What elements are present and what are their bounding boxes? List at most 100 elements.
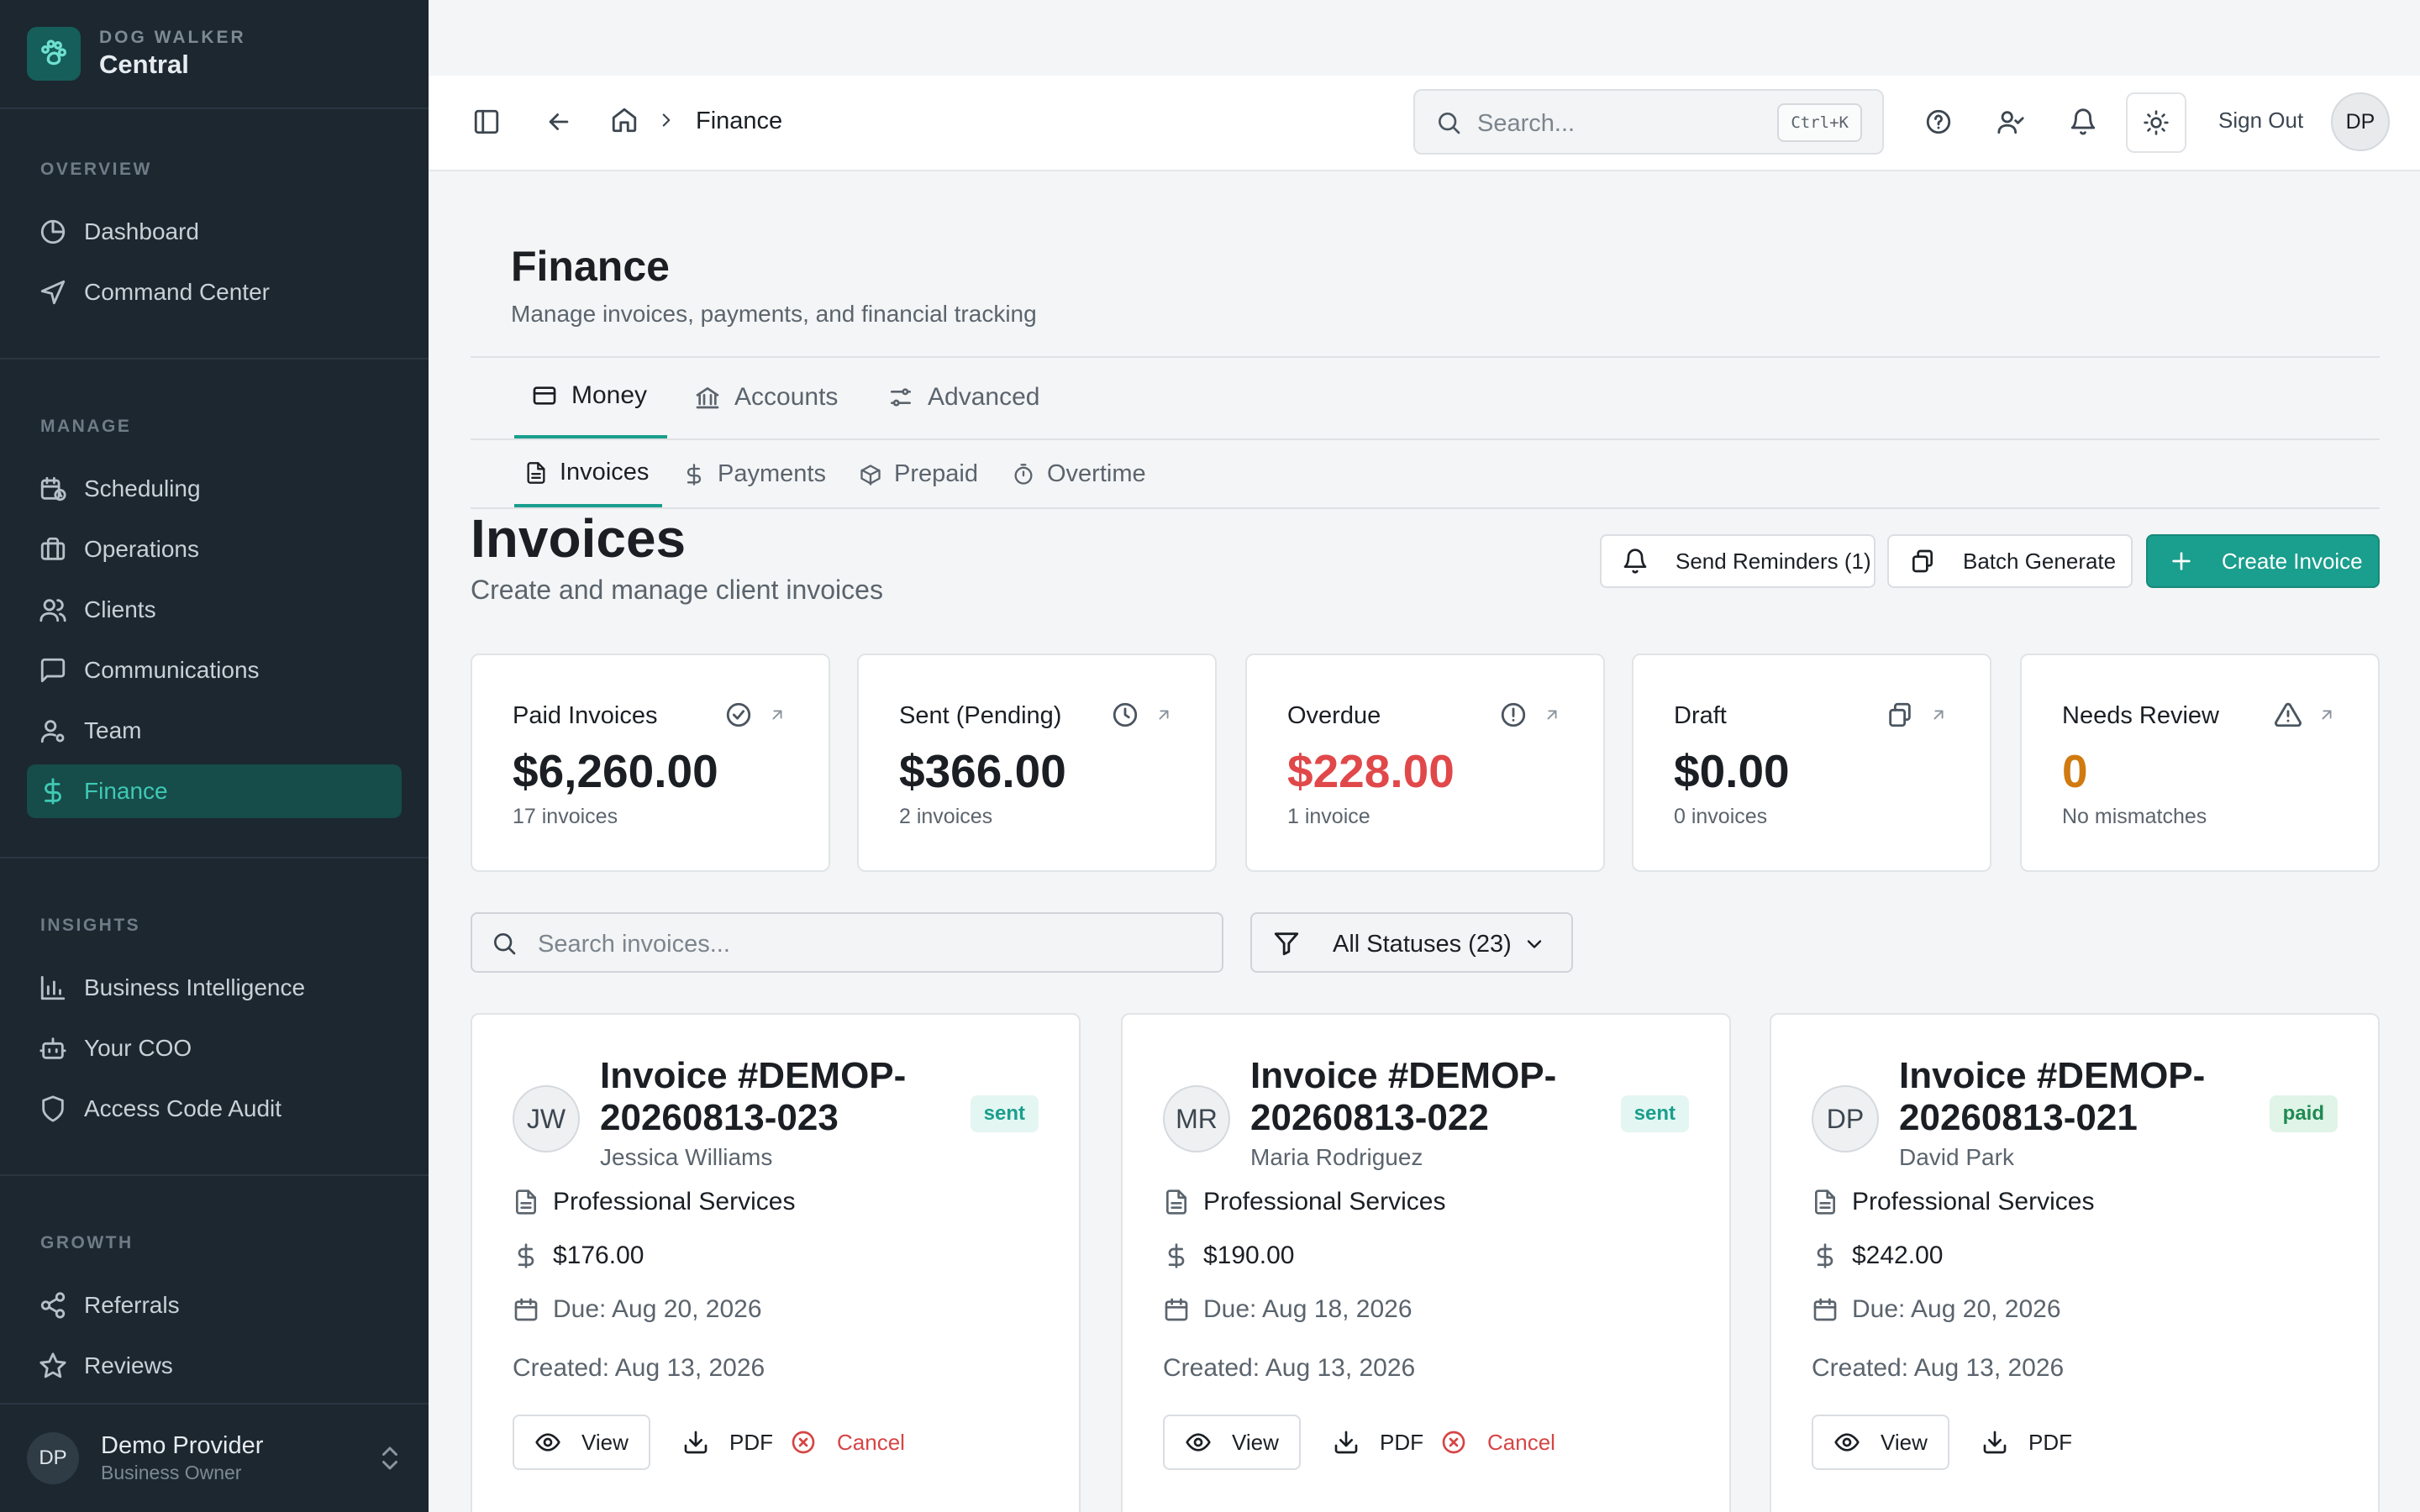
sidebar-item-communications[interactable]: Communications	[27, 643, 402, 697]
tab-label: Advanced	[928, 383, 1040, 411]
sidebar-item-label: Referrals	[84, 1292, 180, 1318]
user-menu[interactable]: DP Demo Provider Business Owner	[27, 1428, 405, 1488]
sidebar-section-growth: GROWTH	[40, 1233, 134, 1252]
stat-label: Needs Review	[2062, 702, 2219, 729]
divider	[0, 358, 429, 360]
dollar-icon	[39, 777, 67, 806]
invoice-title: Invoice #DEMOP-20260813-023	[600, 1055, 907, 1138]
invoice-card[interactable]: MR Invoice #DEMOP-20260813-022 Maria Rod…	[1121, 1013, 1731, 1512]
created-date: Created: Aug 13, 2026	[513, 1354, 765, 1382]
stat-card-sent-pending[interactable]: Sent (Pending) $366.00 2 invoices	[857, 654, 1217, 872]
sidebar-item-clients[interactable]: Clients	[27, 583, 402, 637]
tab-accounts[interactable]: Accounts	[694, 383, 838, 412]
cancel-button[interactable]: Cancel	[1440, 1415, 1555, 1470]
sign-out-button[interactable]: Sign Out	[2218, 108, 2303, 134]
batch-generate-button[interactable]: Batch Generate	[1887, 534, 2133, 588]
cancel-button[interactable]: Cancel	[790, 1415, 905, 1470]
calendar-icon	[513, 1296, 539, 1323]
chevron-down-icon	[1523, 932, 1546, 956]
button-label: PDF	[2028, 1429, 2072, 1455]
subtab-label: Payments	[718, 460, 826, 487]
view-button[interactable]: View	[1812, 1415, 1949, 1470]
subtab-overtime[interactable]: Overtime	[1012, 460, 1146, 488]
avatar: DP	[27, 1432, 79, 1484]
sidebar-item-referrals[interactable]: Referrals	[27, 1278, 402, 1332]
sidebar-item-scheduling[interactable]: Scheduling	[27, 462, 402, 516]
search-placeholder: Search invoices...	[538, 931, 730, 958]
page-subtitle: Manage invoices, payments, and financial…	[511, 301, 1037, 327]
breadcrumb[interactable]: Finance	[696, 108, 782, 135]
stat-card-paid[interactable]: Paid Invoices $6,260.00 17 invoices	[471, 654, 830, 872]
sidebar-item-business-intelligence[interactable]: Business Intelligence	[27, 961, 402, 1015]
divider	[471, 438, 2380, 440]
button-label: Send Reminders (1)	[1676, 548, 1871, 574]
subtab-invoices[interactable]: Invoices	[524, 459, 649, 486]
subtab-payments[interactable]: Payments	[682, 460, 826, 488]
invoice-title: Invoice #DEMOP-20260813-021	[1899, 1055, 2206, 1138]
share-icon	[39, 1291, 67, 1320]
invoice-client: Maria Rodriguez	[1250, 1144, 1423, 1170]
stat-card-overdue[interactable]: Overdue $228.00 1 invoice	[1245, 654, 1605, 872]
brand-title: Central	[99, 50, 189, 79]
status-filter-value: All Statuses (23)	[1333, 931, 1512, 958]
section-title: Invoices	[471, 508, 687, 569]
sidebar-item-access-code-audit[interactable]: Access Code Audit	[27, 1082, 402, 1136]
sidebar-item-finance[interactable]: Finance	[27, 764, 402, 818]
tab-advanced[interactable]: Advanced	[887, 383, 1039, 412]
sidebar-item-command-center[interactable]: Command Center	[27, 265, 402, 319]
sidebar-item-reviews[interactable]: Reviews	[27, 1339, 402, 1393]
invoice-card[interactable]: DP Invoice #DEMOP-20260813-021 David Par…	[1770, 1013, 2380, 1512]
sidebar-item-dashboard[interactable]: Dashboard	[27, 205, 402, 259]
created-date: Created: Aug 13, 2026	[1163, 1354, 1416, 1382]
bell-icon[interactable]	[2069, 108, 2097, 136]
invoice-amount: $242.00	[1812, 1242, 1943, 1270]
subtab-label: Overtime	[1047, 460, 1146, 487]
theme-toggle-button[interactable]	[2126, 92, 2186, 153]
sidebar-toggle-icon[interactable]	[472, 108, 501, 136]
global-search-input[interactable]: Search... Ctrl+K	[1413, 89, 1884, 155]
status-badge: sent	[1620, 1095, 1689, 1132]
star-icon	[39, 1352, 67, 1380]
sun-icon	[2143, 109, 2170, 136]
sidebar-item-team[interactable]: Team	[27, 704, 402, 758]
invoice-due: Due: Aug 18, 2026	[1163, 1295, 1413, 1324]
user-check-icon[interactable]	[1996, 108, 2025, 136]
amount-value: $176.00	[553, 1242, 644, 1269]
back-arrow-icon[interactable]	[544, 108, 573, 136]
bank-icon	[694, 384, 721, 411]
message-square-icon	[39, 656, 67, 685]
pdf-button[interactable]: PDF	[1981, 1415, 2072, 1470]
view-button[interactable]: View	[513, 1415, 650, 1470]
stat-note: 1 invoice	[1287, 805, 1370, 828]
tab-money[interactable]: Money	[531, 381, 647, 410]
eye-icon	[1185, 1429, 1212, 1456]
help-icon[interactable]	[1924, 108, 1953, 136]
status-filter-select[interactable]: All Statuses (23)	[1250, 912, 1573, 973]
dollar-icon	[1812, 1242, 1839, 1269]
pdf-button[interactable]: PDF	[682, 1415, 773, 1470]
subtab-prepaid[interactable]: Prepaid	[859, 460, 978, 488]
search-icon	[1435, 109, 1462, 136]
invoice-search-input[interactable]: Search invoices...	[471, 912, 1223, 973]
view-button[interactable]: View	[1163, 1415, 1301, 1470]
button-label: Cancel	[1487, 1429, 1555, 1455]
sidebar-item-operations[interactable]: Operations	[27, 522, 402, 576]
divider	[471, 507, 2380, 509]
service-label: Professional Services	[1852, 1188, 2095, 1215]
invoice-card[interactable]: JW Invoice #DEMOP-20260813-023 Jessica W…	[471, 1013, 1081, 1512]
stat-card-needs-review[interactable]: Needs Review 0 No mismatches	[2020, 654, 2380, 872]
create-invoice-button[interactable]: Create Invoice	[2146, 534, 2380, 588]
download-icon	[1333, 1429, 1360, 1456]
stat-card-draft[interactable]: Draft $0.00 0 invoices	[1632, 654, 1991, 872]
bar-chart-icon	[39, 974, 67, 1002]
pdf-button[interactable]: PDF	[1333, 1415, 1423, 1470]
send-reminders-button[interactable]: Send Reminders (1)	[1600, 534, 1876, 588]
avatar[interactable]: DP	[2331, 92, 2390, 151]
invoice-service: Professional Services	[1163, 1188, 1445, 1216]
stat-value: $366.00	[899, 745, 1066, 797]
home-icon[interactable]	[610, 106, 639, 134]
button-label: Cancel	[837, 1429, 905, 1455]
sidebar-item-your-coo[interactable]: Your COO	[27, 1021, 402, 1075]
brand[interactable]: DOG WALKER Central	[27, 27, 246, 81]
alert-circle-icon	[1499, 701, 1528, 729]
